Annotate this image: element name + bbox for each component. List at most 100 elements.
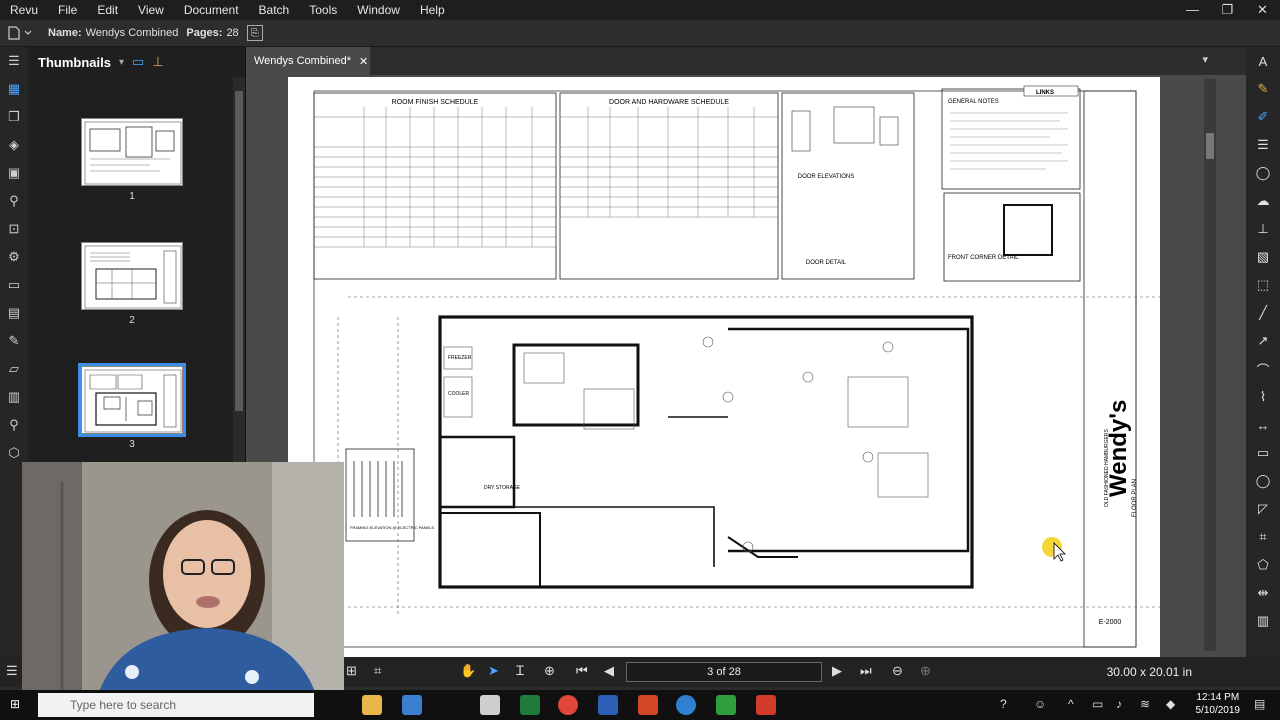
mail-icon[interactable] [480, 695, 500, 715]
menu-window[interactable]: Window [347, 0, 410, 20]
name-value[interactable]: Wendys Combined [86, 27, 179, 39]
layers-icon[interactable]: ◈ [0, 131, 28, 159]
thumbnail-page-2[interactable] [81, 242, 183, 310]
menu-tools[interactable]: Tools [299, 0, 347, 20]
snap-icon[interactable]: ⌗ [374, 663, 381, 679]
settings-icon[interactable]: ⚙ [0, 243, 28, 271]
taskbar-search-input[interactable]: Type here to search [38, 693, 314, 717]
menu-list-icon[interactable]: ☰ [6, 663, 18, 679]
menu-file[interactable]: File [48, 0, 87, 20]
tab-list-chevron-icon[interactable]: ▾ [1202, 53, 1208, 66]
markups-icon[interactable]: ⊡ [0, 215, 28, 243]
sets-icon[interactable]: ▥ [0, 383, 28, 411]
chevron-down-icon[interactable]: ▾ [119, 57, 124, 68]
document-vertical-scrollbar[interactable] [1204, 79, 1216, 651]
snapshot-icon[interactable]: ⬚ [1246, 271, 1280, 299]
arc-icon[interactable]: ⌒ [1246, 355, 1280, 383]
pan-hand-icon[interactable]: ✋ [460, 663, 476, 679]
close-window-button[interactable]: ✕ [1245, 0, 1280, 20]
restore-button[interactable]: ❐ [1210, 0, 1245, 20]
people-icon[interactable]: ☺ [1034, 697, 1046, 711]
thumbnails-scroll-handle[interactable] [235, 91, 243, 411]
ellipse-icon[interactable]: ◯ [1246, 467, 1280, 495]
dimension-icon[interactable]: ↔ [1246, 411, 1280, 439]
document-scroll-handle[interactable] [1206, 133, 1214, 159]
drawing-sheet[interactable]: ROOM FINISH SCHEDULE DOOR AND HARDWARE S… [288, 77, 1160, 657]
system-clock[interactable]: 12:14 PM 5/10/2019 [1196, 691, 1241, 717]
crop-icon[interactable]: ⌗ [1246, 523, 1280, 551]
store-icon[interactable] [402, 695, 422, 715]
thumbnail-page-3[interactable] [78, 363, 186, 437]
select-text-icon[interactable]: Ꮖ [516, 663, 525, 679]
notifications-icon[interactable]: ▤ [1254, 697, 1265, 711]
polyline-icon[interactable]: ⌇ [1246, 383, 1280, 411]
close-tab-icon[interactable]: ✕ [359, 55, 368, 68]
next-view-icon[interactable]: ⊕ [920, 663, 931, 679]
menu-icon[interactable]: ☰ [0, 47, 28, 75]
recorder-icon[interactable] [756, 695, 776, 715]
shape-icon[interactable]: ◯ [1246, 159, 1280, 187]
excel-icon[interactable] [520, 695, 540, 715]
battery-icon[interactable]: ▭ [1092, 697, 1103, 711]
page-setup-icon[interactable]: ⎘ [246, 25, 263, 41]
help-icon[interactable]: ? [1000, 697, 1007, 711]
tray-chevron-icon[interactable]: ^ [1068, 697, 1074, 711]
powerpoint-icon[interactable] [638, 695, 658, 715]
thumbnail-view-icon[interactable]: ▭ [132, 54, 144, 70]
page-number-field[interactable]: 3 of 28 [626, 662, 822, 682]
callout-icon[interactable]: ☰ [1246, 131, 1280, 159]
last-page-icon[interactable]: ⏭ [860, 663, 872, 679]
select-cursor-icon[interactable]: ➤ [488, 663, 499, 679]
volume-icon[interactable]: ♪ [1116, 697, 1122, 711]
search-icon[interactable]: ⚲ [0, 411, 28, 439]
previous-page-icon[interactable]: ◀ [604, 663, 614, 679]
text-icon[interactable]: A [1246, 47, 1280, 75]
toolchest-icon[interactable]: ▣ [0, 159, 28, 187]
dropbox-icon[interactable]: ◆ [1166, 697, 1175, 711]
menu-view[interactable]: View [128, 0, 174, 20]
highlight-icon[interactable]: ✎ [1246, 75, 1280, 103]
measure-icon[interactable]: ▭ [0, 271, 28, 299]
rectangle-icon[interactable]: ▭ [1246, 439, 1280, 467]
calibrate-icon[interactable]: ▥ [1246, 607, 1280, 635]
word-icon[interactable] [598, 695, 618, 715]
framing-elevation-label: FRAMING ELEVATION @ ELECTRIC PANELS [350, 525, 434, 530]
menu-revu[interactable]: Revu [0, 0, 48, 20]
count-icon[interactable]: ⇹ [1246, 579, 1280, 607]
chrome-icon[interactable] [558, 695, 578, 715]
signatures-icon[interactable]: ✎ [0, 327, 28, 355]
file-explorer-icon[interactable] [362, 695, 382, 715]
menu-document[interactable]: Document [174, 0, 249, 20]
wifi-icon[interactable]: ≋ [1140, 697, 1150, 711]
grid-icon[interactable]: ⊞ [346, 663, 357, 679]
start-windows-icon[interactable]: ⊞ [10, 697, 20, 711]
minimize-button[interactable]: — [1175, 0, 1210, 20]
zoom-icon[interactable]: ⊕ [544, 663, 555, 679]
thumbnail-page-1[interactable] [81, 118, 183, 186]
arrow-icon[interactable]: ↗ [1246, 327, 1280, 355]
pen-icon[interactable]: ✐ [1246, 103, 1280, 131]
area-icon[interactable]: ⬠ [1246, 551, 1280, 579]
forms-icon[interactable]: ▤ [0, 299, 28, 327]
previous-view-icon[interactable]: ⊖ [892, 663, 903, 679]
line-icon[interactable]: ╱ [1246, 299, 1280, 327]
image-icon[interactable]: ▧ [1246, 243, 1280, 271]
thumbnails-title[interactable]: Thumbnails [38, 55, 111, 70]
first-page-icon[interactable]: ⏮ [576, 663, 588, 679]
next-page-icon[interactable]: ▶ [832, 663, 842, 679]
properties-icon[interactable]: ⚲ [0, 187, 28, 215]
bluebeam-revu-icon[interactable] [676, 695, 696, 715]
camtasia-icon[interactable] [716, 695, 736, 715]
polygon-icon[interactable]: ◸ [1246, 495, 1280, 523]
cloud-icon[interactable]: ☁ [1246, 187, 1280, 215]
menu-batch[interactable]: Batch [249, 0, 300, 20]
stamp-icon[interactable]: ⊥ [1246, 215, 1280, 243]
menu-help[interactable]: Help [410, 0, 455, 20]
compare-icon[interactable]: ▱ [0, 355, 28, 383]
tab-wendys-combined[interactable]: Wendys Combined* ✕ [246, 47, 370, 75]
bookmarks-icon[interactable]: ❐ [0, 103, 28, 131]
menu-edit[interactable]: Edit [87, 0, 128, 20]
thumbnail-options-icon[interactable]: ⊥ [152, 54, 163, 70]
document-menu-button[interactable] [0, 20, 40, 46]
thumbnails-icon[interactable]: ▦ [0, 75, 28, 103]
